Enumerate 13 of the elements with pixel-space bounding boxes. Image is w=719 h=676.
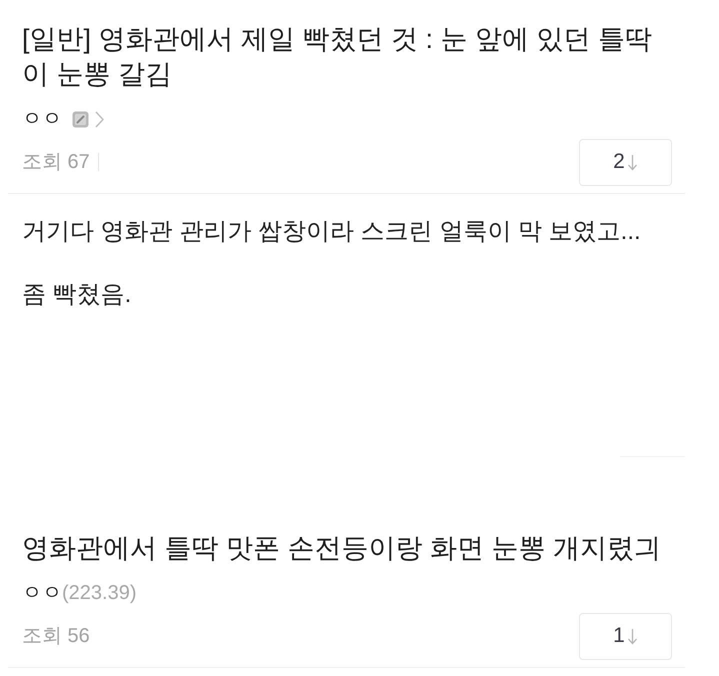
down-arrow-icon — [626, 628, 638, 644]
comment-count-button[interactable]: 2 — [579, 138, 672, 186]
comment-count-button[interactable]: 1 — [579, 612, 672, 660]
author-name: ㅇㅇ — [22, 107, 62, 132]
view-count: 조회 67 — [22, 150, 90, 175]
view-count: 조회 56 — [22, 624, 90, 649]
down-arrow-icon — [626, 154, 638, 170]
author-ip: (223.39) — [62, 581, 136, 606]
author-name: ㅇㅇ — [22, 581, 62, 606]
body-text: 좀 빡쳤음. — [22, 280, 132, 310]
body-text: 거기다 영화관 관리가 쌉창이라 스크린 얼룩이 막 보였고... — [22, 217, 642, 247]
post-title: [일반] 영화관에서 제일 빡쳤던 것 : 눈 앞에 있던 틀딱이 눈뽕 갈김 — [22, 23, 654, 91]
post-title: 영화관에서 틀딱 맛폰 손전등이랑 화면 눈뽕 개지렸긔 — [22, 532, 662, 565]
